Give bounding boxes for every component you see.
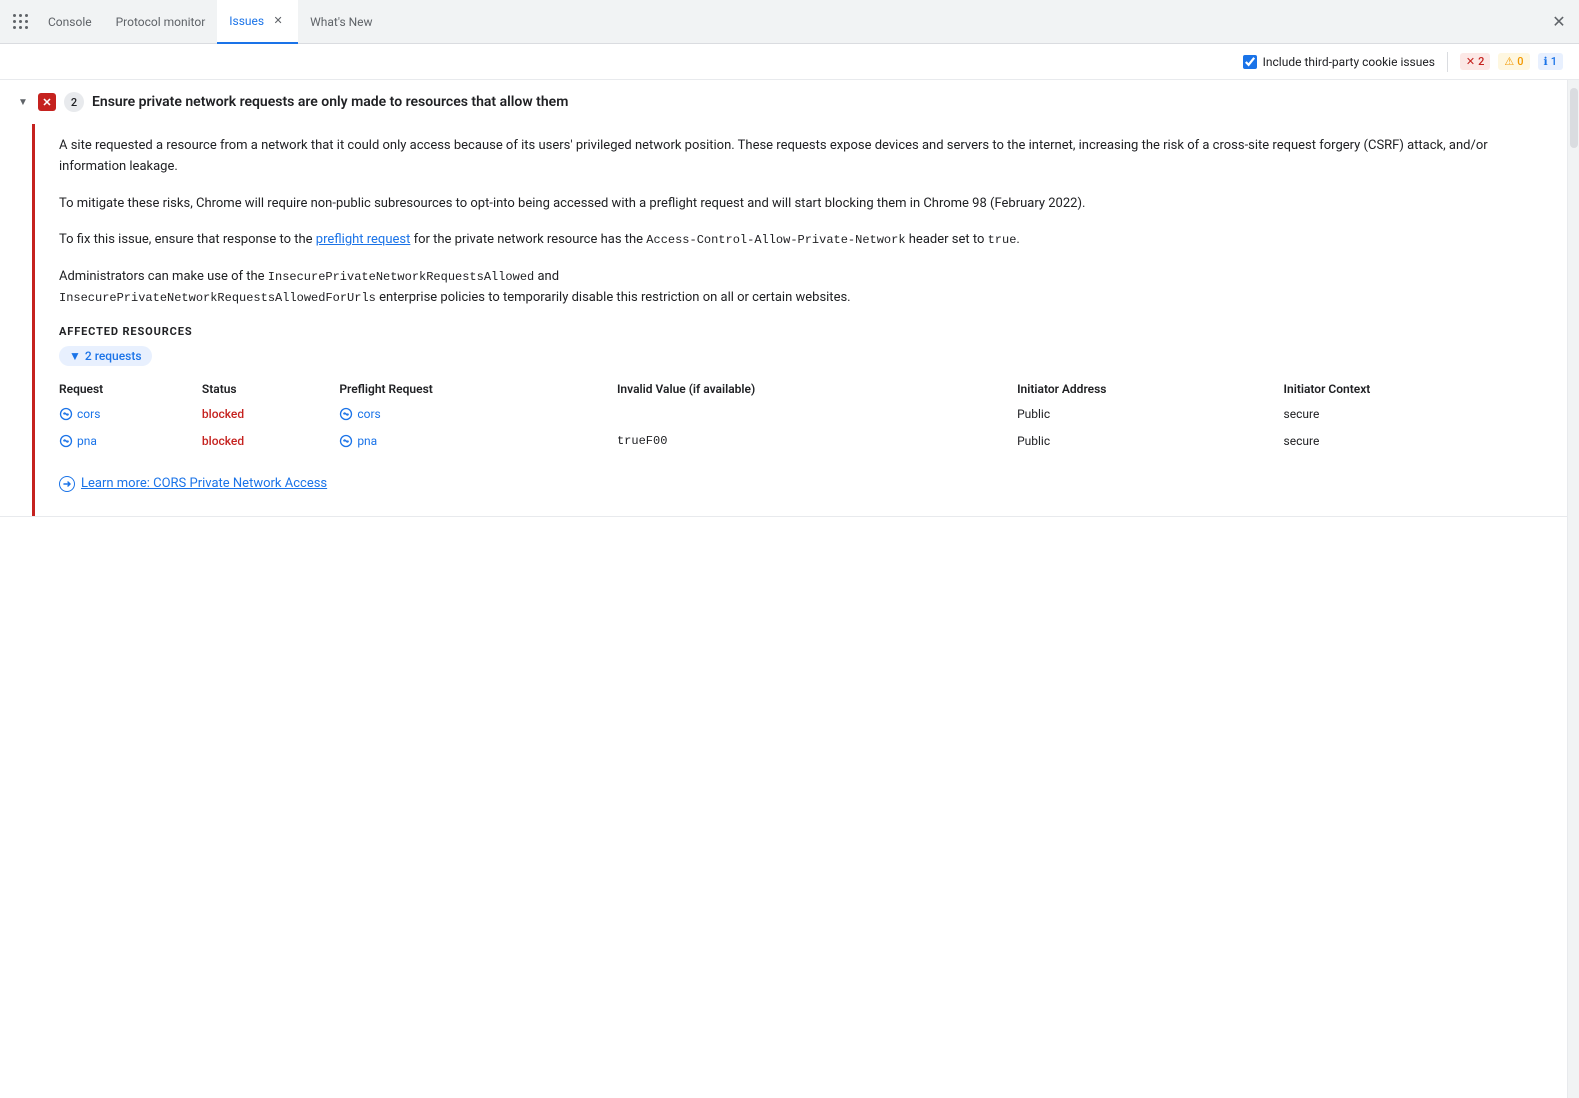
td-invalid-1: trueF00: [617, 429, 1017, 456]
issue-count-text: 2: [71, 96, 77, 109]
tab-protocol-monitor[interactable]: Protocol monitor: [104, 0, 218, 44]
col-header-initiator-context: Initiator Context: [1284, 376, 1543, 402]
status-blocked-1: blocked: [202, 434, 244, 448]
issue-desc-3-pre: To fix this issue, ensure that response …: [59, 232, 316, 247]
issue-desc-3-post: header set to: [906, 232, 988, 247]
td-request-1: pna: [59, 429, 202, 456]
issue-description-1: A site requested a resource from a netwo…: [59, 136, 1543, 178]
tab-console-label: Console: [48, 15, 92, 29]
td-initiator-address-1: Public: [1017, 429, 1283, 456]
col-header-initiator-address: Initiator Address: [1017, 376, 1283, 402]
third-party-cookie-checkbox-label[interactable]: Include third-party cookie issues: [1243, 55, 1435, 69]
requests-toggle[interactable]: ▼ 2 requests: [59, 346, 152, 366]
warning-badge: ⚠ 0: [1498, 53, 1529, 70]
issue-description-4: Administrators can make use of the Insec…: [59, 267, 1543, 309]
request-link-1[interactable]: pna: [59, 434, 97, 448]
true-code: true: [988, 233, 1017, 247]
access-control-code: Access-Control-Allow-Private-Network: [646, 233, 905, 247]
devtools-close-button[interactable]: ✕: [1547, 10, 1571, 34]
td-preflight-0: cors: [339, 402, 617, 429]
issue-desc-4-pre: Administrators can make use of the: [59, 269, 268, 284]
tab-issues-label: Issues: [229, 14, 264, 28]
insecure-policy-code-2: InsecurePrivateNetworkRequestsAllowedFor…: [59, 291, 376, 305]
table-row: pna blocked pna trueF00Publicsecure: [59, 429, 1543, 456]
scrollbar-thumb[interactable]: [1570, 88, 1578, 148]
info-badge: ℹ 1: [1538, 53, 1563, 70]
issue-desc-3-end: .: [1016, 232, 1019, 247]
td-status-1: blocked: [202, 429, 339, 456]
info-badge-count: 1: [1551, 55, 1557, 68]
info-badge-icon: ℹ: [1544, 55, 1548, 68]
learn-more-arrow-icon: [59, 476, 75, 492]
issue-title: Ensure private network requests are only…: [92, 94, 568, 110]
learn-more-section: Learn more: CORS Private Network Access: [59, 476, 1543, 492]
table-row: cors blocked cors Publicsecure: [59, 402, 1543, 429]
warning-badge-icon: ⚠: [1504, 55, 1514, 68]
error-badge: ✕ 2: [1460, 53, 1490, 70]
issue-desc-4-post: enterprise policies to temporarily disab…: [376, 290, 851, 305]
td-preflight-1: pna: [339, 429, 617, 456]
preflight-request-link[interactable]: preflight request: [316, 232, 411, 247]
td-initiator-context-1: secure: [1284, 429, 1543, 456]
issue-description-3: To fix this issue, ensure that response …: [59, 230, 1543, 251]
devtools-menu-button[interactable]: [8, 10, 32, 34]
issues-panel[interactable]: ▼ ✕ 2 Ensure private network requests ar…: [0, 80, 1567, 1098]
third-party-cookie-label-text: Include third-party cookie issues: [1263, 55, 1435, 69]
issue-body: A site requested a resource from a netwo…: [32, 124, 1567, 516]
td-initiator-address-0: Public: [1017, 402, 1283, 429]
col-header-invalid-value: Invalid Value (if available): [617, 376, 1017, 402]
learn-more-link[interactable]: Learn more: CORS Private Network Access: [81, 476, 327, 491]
issue-description-2: To mitigate these risks, Chrome will req…: [59, 194, 1543, 215]
third-party-cookie-checkbox[interactable]: [1243, 55, 1257, 69]
issues-toolbar: Include third-party cookie issues ✕ 2 ⚠ …: [0, 44, 1579, 80]
col-header-preflight: Preflight Request: [339, 376, 617, 402]
issue-desc-2-text: To mitigate these risks, Chrome will req…: [59, 196, 1085, 211]
affected-resources-label: AFFECTED RESOURCES: [59, 325, 1543, 338]
warning-badge-count: 0: [1517, 55, 1523, 68]
issue-group-private-network: ▼ ✕ 2 Ensure private network requests ar…: [0, 80, 1567, 517]
tab-console[interactable]: Console: [36, 0, 104, 44]
td-invalid-0: [617, 402, 1017, 429]
issue-desc-4-mid: and: [534, 269, 559, 284]
tab-issues[interactable]: Issues ✕: [217, 0, 298, 44]
issue-desc-3-mid: for the private network resource has the: [410, 232, 646, 247]
chevron-down-icon: ▼: [16, 95, 30, 109]
scrollbar[interactable]: [1567, 80, 1579, 1098]
issue-header[interactable]: ▼ ✕ 2 Ensure private network requests ar…: [0, 80, 1567, 124]
error-icon: ✕: [38, 93, 56, 111]
td-request-0: cors: [59, 402, 202, 429]
tab-protocol-monitor-label: Protocol monitor: [116, 15, 206, 29]
main-content: ▼ ✕ 2 Ensure private network requests ar…: [0, 80, 1579, 1098]
requests-toggle-label: 2 requests: [85, 349, 142, 363]
toolbar-divider: [1447, 52, 1448, 72]
tab-bar: Console Protocol monitor Issues ✕ What's…: [0, 0, 1579, 44]
table-header-row: Request Status Preflight Request Invalid…: [59, 376, 1543, 402]
requests-toggle-chevron: ▼: [69, 349, 81, 363]
insecure-policy-code-1: InsecurePrivateNetworkRequestsAllowed: [268, 270, 534, 284]
td-initiator-context-0: secure: [1284, 402, 1543, 429]
preflight-link-1[interactable]: pna: [339, 434, 377, 448]
tab-whats-new[interactable]: What's New: [298, 0, 384, 44]
tab-whats-new-label: What's New: [310, 15, 372, 29]
error-badge-count: 2: [1478, 55, 1484, 68]
preflight-link-0[interactable]: cors: [339, 407, 380, 421]
issue-count-bubble: 2: [64, 92, 84, 112]
requests-table: Request Status Preflight Request Invalid…: [59, 376, 1543, 456]
tab-issues-close[interactable]: ✕: [270, 13, 286, 29]
issue-desc-1-text: A site requested a resource from a netwo…: [59, 138, 1488, 174]
col-header-request: Request: [59, 376, 202, 402]
td-status-0: blocked: [202, 402, 339, 429]
status-blocked-0: blocked: [202, 407, 244, 421]
col-header-status: Status: [202, 376, 339, 402]
error-badge-icon-x: ✕: [1466, 55, 1475, 68]
request-link-0[interactable]: cors: [59, 407, 100, 421]
